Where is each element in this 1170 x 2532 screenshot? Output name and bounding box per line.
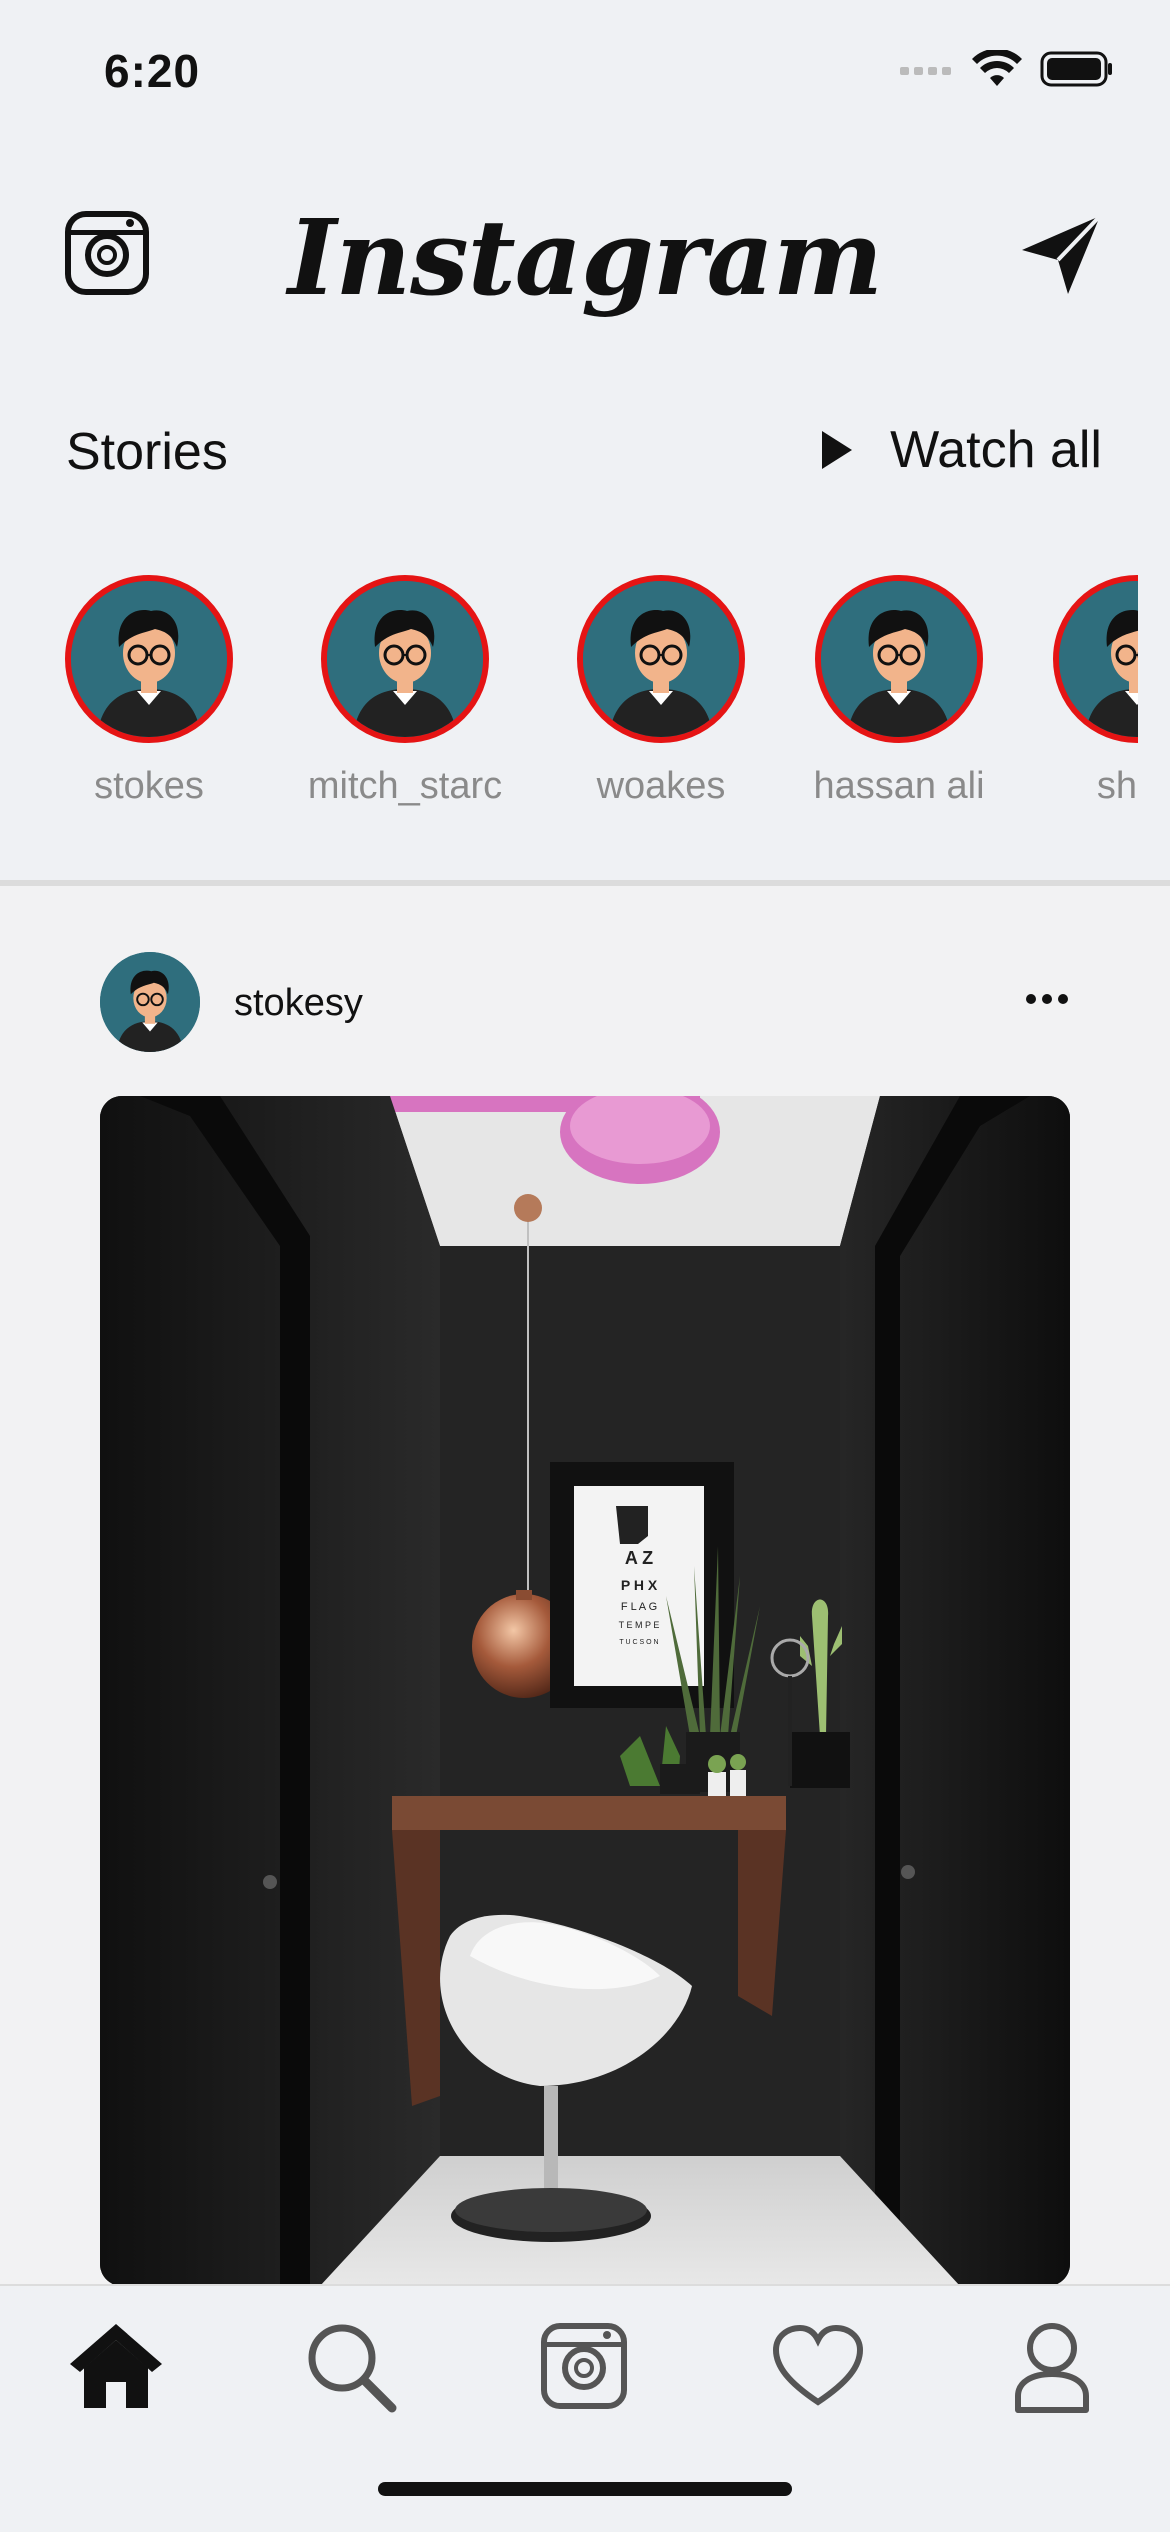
story-username: hassan ali	[813, 765, 985, 807]
cellular-signal-icon	[900, 67, 951, 75]
story-username: mitch_starc	[307, 765, 503, 807]
story-avatar	[577, 575, 745, 743]
watch-all-button[interactable]: Watch all	[820, 420, 1102, 480]
story-username: stokes	[94, 765, 204, 807]
story-item[interactable]: hassan ali	[774, 575, 1024, 808]
story-avatar	[321, 575, 489, 743]
story-item[interactable]: shak	[1012, 575, 1138, 808]
post-header: stokesy	[100, 952, 1080, 1052]
play-icon	[822, 431, 853, 469]
more-options-icon[interactable]	[1024, 988, 1070, 1010]
status-time: 6:20	[104, 45, 201, 97]
chart-line-1: A Z	[625, 1548, 653, 1568]
avatar-illustration-icon	[1059, 581, 1138, 737]
home-indicator[interactable]	[378, 2482, 792, 2496]
post-image[interactable]: A Z P H X F L A G T E M P E T U C S O N	[100, 1096, 1070, 2286]
stories-row[interactable]: stokes mitch_starc woakes hassan ali sh	[0, 575, 1138, 825]
avatar-illustration-icon	[583, 581, 739, 737]
home-icon[interactable]	[66, 2316, 166, 2416]
story-avatar	[65, 575, 233, 743]
post-avatar[interactable]	[100, 952, 200, 1052]
story-item[interactable]: stokes	[24, 575, 274, 808]
avatar-illustration-icon	[100, 952, 200, 1052]
story-avatar	[1053, 575, 1138, 743]
chart-line-3: F L A G	[621, 1601, 657, 1613]
room-photo: A Z P H X F L A G T E M P E T U C S O N	[100, 1096, 1070, 2286]
chart-line-5: T U C S O N	[619, 1639, 658, 1646]
status-bar: 6:20	[0, 0, 1170, 140]
heart-icon[interactable]	[768, 2316, 868, 2416]
story-item[interactable]: mitch_starc	[280, 575, 530, 808]
instagram-logo: Instagram	[287, 196, 883, 319]
status-icons	[900, 50, 1114, 88]
stories-title: Stories	[66, 423, 228, 481]
story-item[interactable]: woakes	[536, 575, 786, 808]
send-icon[interactable]	[1016, 210, 1106, 300]
watch-all-label: Watch all	[890, 421, 1102, 479]
avatar-illustration-icon	[821, 581, 977, 737]
chart-line-2: P H X	[621, 1577, 658, 1593]
avatar-illustration-icon	[327, 581, 483, 737]
camera-icon[interactable]	[534, 2316, 634, 2416]
post-username[interactable]: stokesy	[234, 982, 363, 1025]
avatar-illustration-icon	[71, 581, 227, 737]
profile-icon[interactable]	[1002, 2316, 1102, 2416]
chart-line-4: T E M P E	[619, 1620, 660, 1630]
app-header: Instagram	[0, 190, 1170, 330]
battery-icon	[1040, 51, 1112, 87]
story-username: shak	[1096, 765, 1138, 807]
story-username: woakes	[596, 765, 726, 807]
story-avatar	[815, 575, 983, 743]
wifi-icon	[972, 50, 1022, 86]
search-icon[interactable]	[300, 2316, 400, 2416]
stories-header: Stories Watch all	[0, 410, 1170, 490]
